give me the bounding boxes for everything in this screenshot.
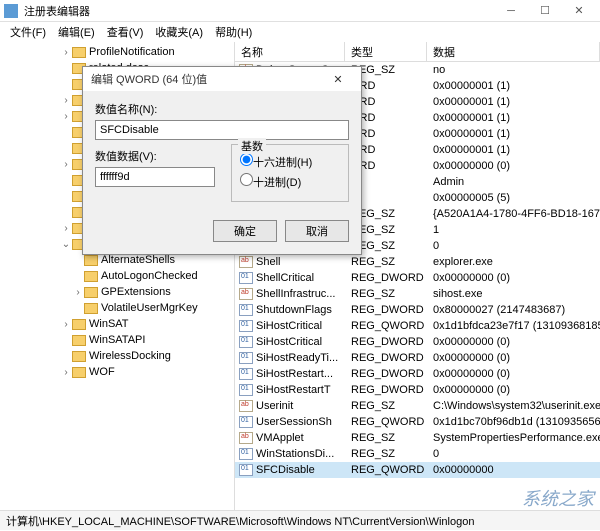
tree-node[interactable]: ›WOF xyxy=(0,364,234,380)
tree-node[interactable]: ›ProfileNotification xyxy=(0,44,234,60)
value-row[interactable]: UserSessionShREG_QWORD0x1d1bc70bf96db1d … xyxy=(235,414,600,430)
app-icon xyxy=(4,4,18,18)
radio-hex[interactable]: 十六进制(H) xyxy=(240,153,340,170)
value-row[interactable]: ShellInfrastruc...REG_SZsihost.exe xyxy=(235,286,600,302)
column-headers: 名称 类型 数据 xyxy=(235,42,600,62)
column-data[interactable]: 数据 xyxy=(427,42,600,61)
tree-node[interactable]: AutoLogonChecked xyxy=(0,268,234,284)
value-row[interactable]: WinStationsDi...REG_SZ0 xyxy=(235,446,600,462)
value-data-input[interactable] xyxy=(95,167,215,187)
menu-help[interactable]: 帮助(H) xyxy=(211,24,256,40)
radio-dec-input[interactable] xyxy=(240,173,253,186)
menu-favorites[interactable]: 收藏夹(A) xyxy=(151,24,207,40)
statusbar: 计算机\HKEY_LOCAL_MACHINE\SOFTWARE\Microsof… xyxy=(0,510,600,530)
data-label: 数值数据(V): xyxy=(95,148,215,164)
menu-view[interactable]: 查看(V) xyxy=(103,24,148,40)
tree-node[interactable]: WirelessDocking xyxy=(0,348,234,364)
dialog-title: 编辑 QWORD (64 位)值 xyxy=(91,71,323,87)
value-row[interactable]: SiHostRestartTREG_DWORD0x00000000 (0) xyxy=(235,382,600,398)
tree-node[interactable]: WinSATAPI xyxy=(0,332,234,348)
value-row[interactable]: ShutdownFlagsREG_DWORD0x80000027 (214748… xyxy=(235,302,600,318)
value-row[interactable]: VMAppletREG_SZSystemPropertiesPerformanc… xyxy=(235,430,600,446)
menubar: 文件(F) 编辑(E) 查看(V) 收藏夹(A) 帮助(H) xyxy=(0,22,600,42)
close-button[interactable]: ✕ xyxy=(562,1,596,21)
value-name-input[interactable] xyxy=(95,120,349,140)
menu-file[interactable]: 文件(F) xyxy=(6,24,50,40)
tree-node[interactable]: VolatileUserMgrKey xyxy=(0,300,234,316)
titlebar: 注册表编辑器 ─ ☐ ✕ xyxy=(0,0,600,22)
column-name[interactable]: 名称 xyxy=(235,42,345,61)
value-row[interactable]: SiHostCriticalREG_QWORD0x1d1bfdca23e7f17… xyxy=(235,318,600,334)
ok-button[interactable]: 确定 xyxy=(213,220,277,242)
value-row[interactable]: ShellREG_SZexplorer.exe xyxy=(235,254,600,270)
window-title: 注册表编辑器 xyxy=(24,3,494,19)
minimize-button[interactable]: ─ xyxy=(494,1,528,21)
tree-node[interactable]: ›GPExtensions xyxy=(0,284,234,300)
radio-hex-input[interactable] xyxy=(240,153,253,166)
base-group: 基数 十六进制(H) 十进制(D) xyxy=(231,144,349,202)
radio-dec[interactable]: 十进制(D) xyxy=(240,173,340,190)
value-row[interactable]: SiHostReadyTi...REG_DWORD0x00000000 (0) xyxy=(235,350,600,366)
maximize-button[interactable]: ☐ xyxy=(528,1,562,21)
value-row[interactable]: SiHostRestart...REG_DWORD0x00000000 (0) xyxy=(235,366,600,382)
tree-node[interactable]: ›WinSAT xyxy=(0,316,234,332)
value-row[interactable]: UserinitREG_SZC:\Windows\system32\userin… xyxy=(235,398,600,414)
menu-edit[interactable]: 编辑(E) xyxy=(54,24,99,40)
value-row[interactable]: ShellCriticalREG_DWORD0x00000000 (0) xyxy=(235,270,600,286)
edit-qword-dialog: 编辑 QWORD (64 位)值 ✕ 数值名称(N): 数值数据(V): 基数 … xyxy=(82,66,362,255)
value-row[interactable]: SFCDisableREG_QWORD0x00000000 xyxy=(235,462,600,478)
value-row[interactable]: SiHostCriticalREG_DWORD0x00000000 (0) xyxy=(235,334,600,350)
name-label: 数值名称(N): xyxy=(95,101,349,117)
column-type[interactable]: 类型 xyxy=(345,42,427,61)
cancel-button[interactable]: 取消 xyxy=(285,220,349,242)
dialog-close-button[interactable]: ✕ xyxy=(323,73,353,86)
base-legend: 基数 xyxy=(238,138,266,154)
